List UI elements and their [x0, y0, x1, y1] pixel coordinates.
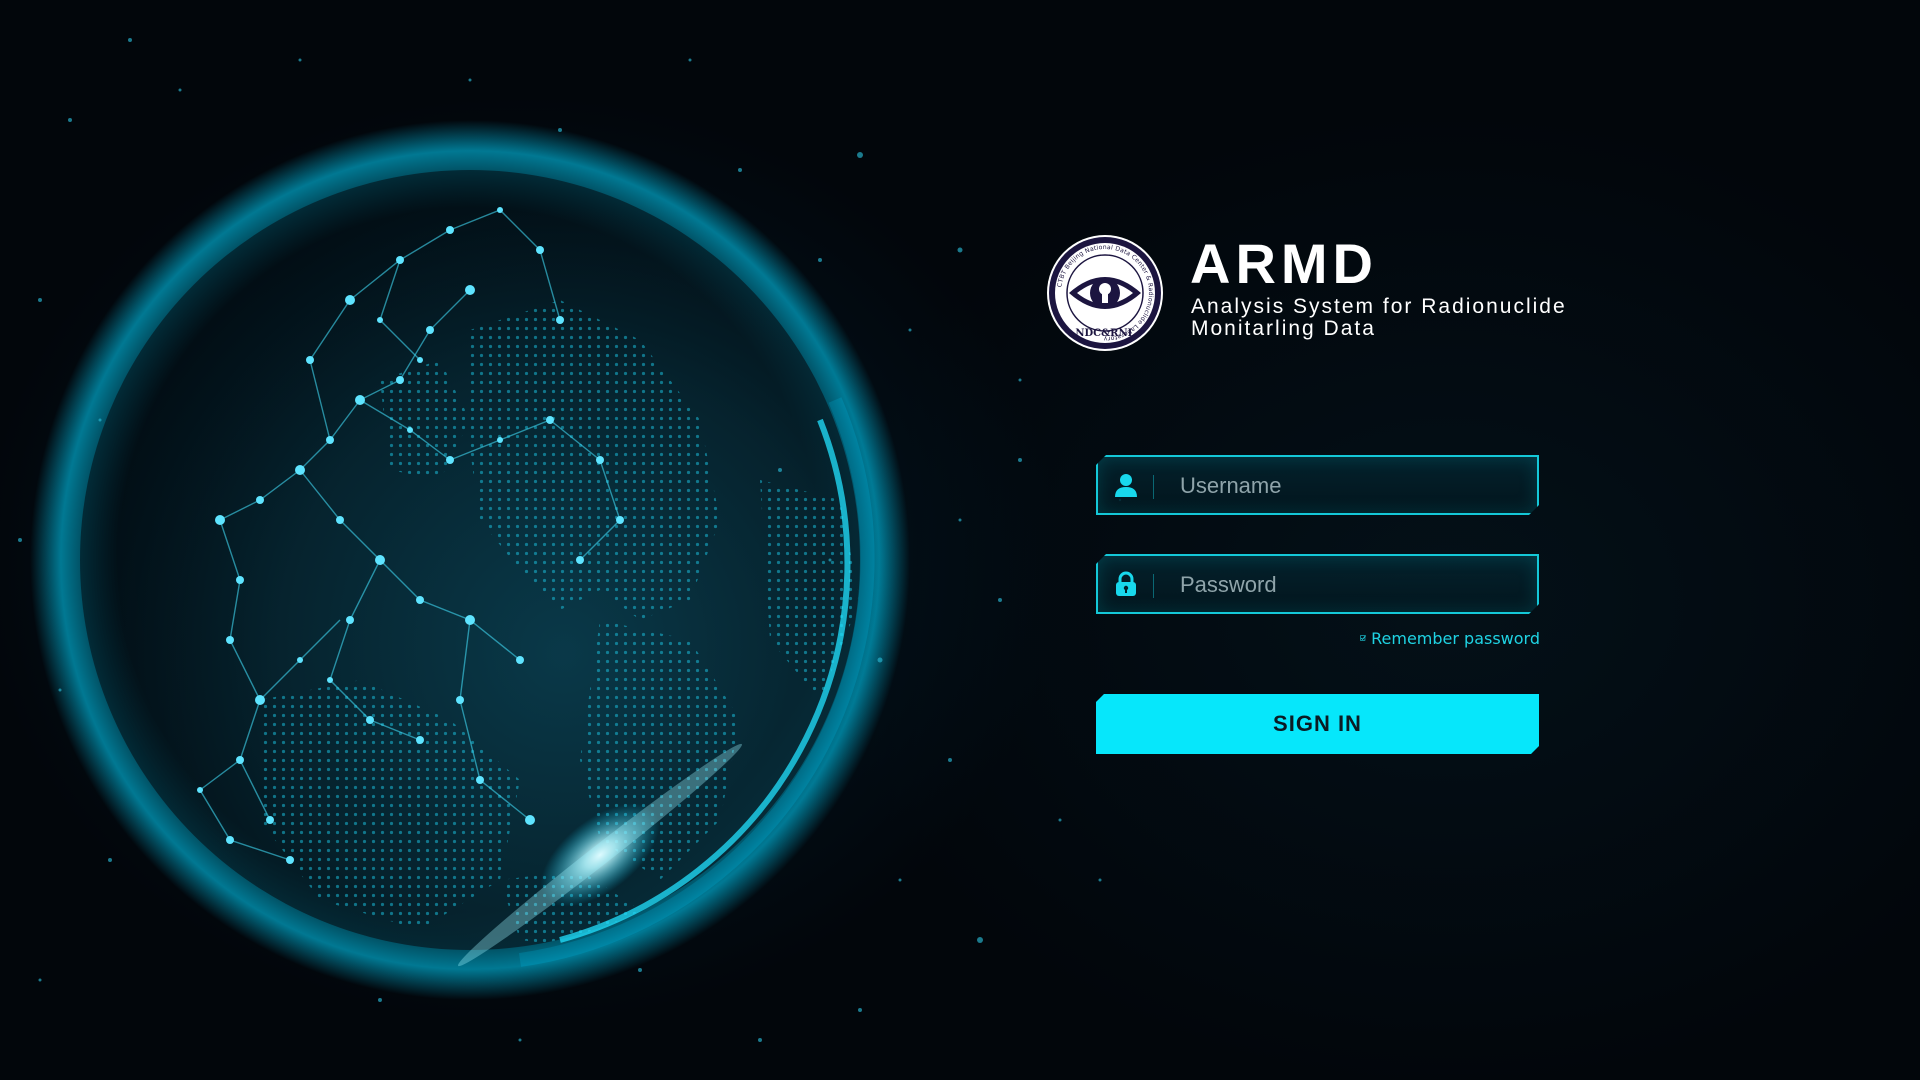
lock-icon [1112, 570, 1140, 598]
field-separator [1153, 574, 1154, 598]
ndc-rnl-logo-icon: CTBT Beijing National Data Center & Radi… [1047, 235, 1163, 351]
sign-in-button[interactable]: SIGN IN [1096, 694, 1539, 754]
field-separator [1153, 475, 1154, 499]
checkbox-checked-icon[interactable] [1360, 630, 1367, 646]
remember-password-label[interactable]: Remember password [1371, 629, 1540, 648]
password-field[interactable] [1096, 554, 1539, 614]
login-screen: CTBT Beijing National Data Center & Radi… [0, 0, 1920, 1080]
app-title: ARMD [1190, 232, 1378, 295]
earth-background-illustration [18, 38, 1122, 1042]
remember-password-toggle[interactable]: Remember password [1360, 627, 1540, 649]
svg-text:NDC&RNL: NDC&RNL [1075, 328, 1134, 339]
app-subtitle: Analysis System for Radionuclide Monitar… [1191, 295, 1567, 340]
username-input[interactable] [1178, 457, 1522, 515]
user-icon [1112, 471, 1140, 499]
username-field[interactable] [1096, 455, 1539, 515]
password-input[interactable] [1178, 556, 1522, 614]
